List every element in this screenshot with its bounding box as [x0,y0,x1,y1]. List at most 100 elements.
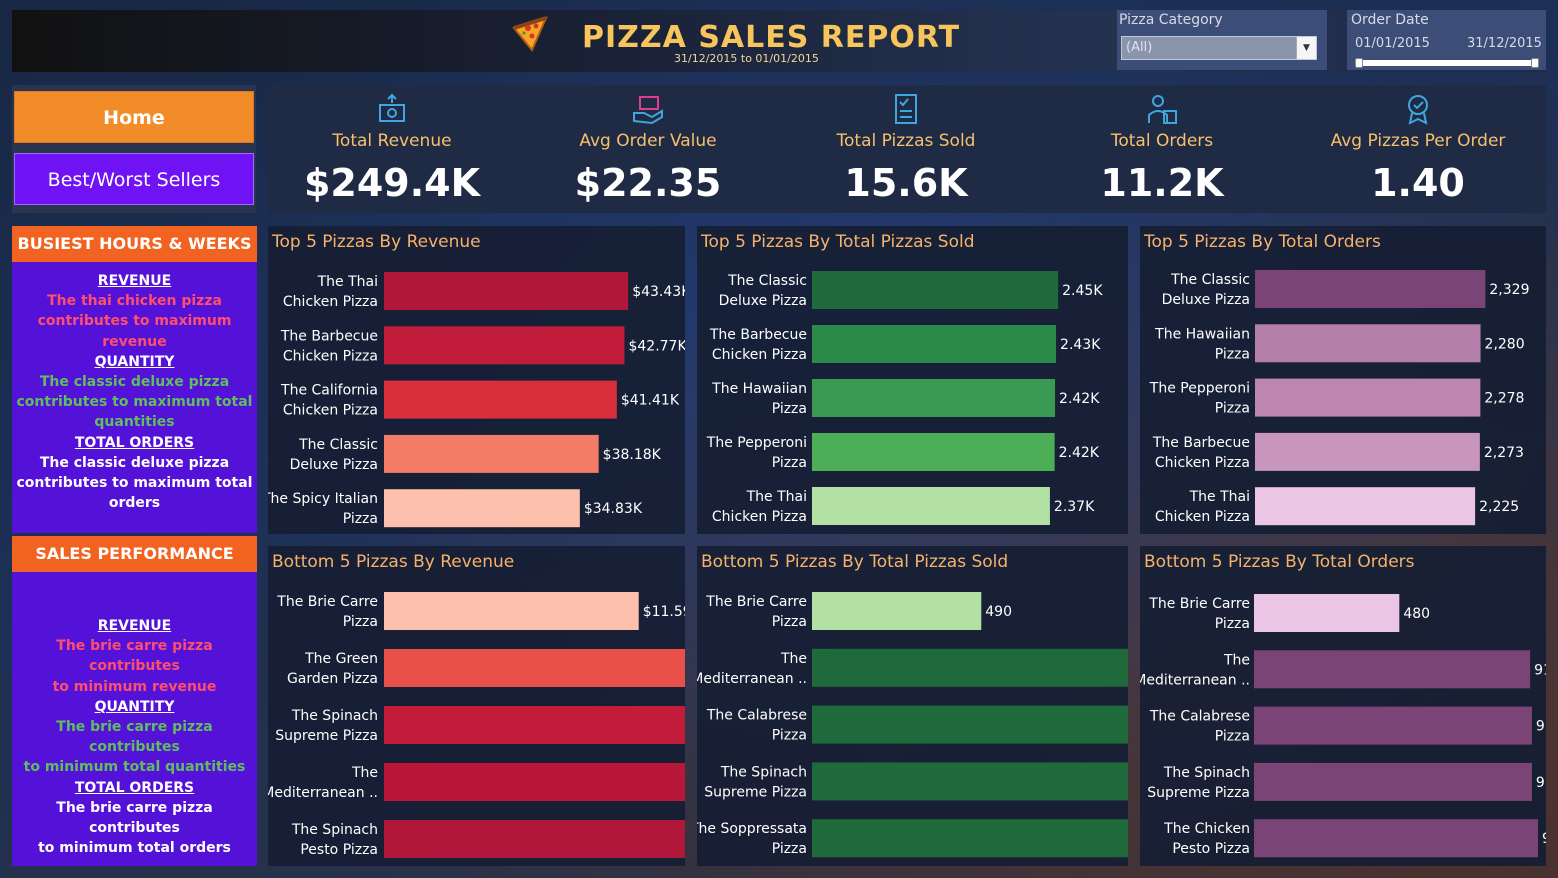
order-date-label: Order Date [1351,12,1429,28]
bar[interactable] [812,271,1059,309]
date-slider-start-handle[interactable] [1355,58,1363,68]
bar[interactable] [384,592,639,630]
chart-svg: $43.43K The Thai Chicken Pizza $42.77K The B… [268,272,685,528]
busiest-quantity-line: contributes to maximum total [16,394,253,411]
pizza-category-select[interactable]: (All) ▼ [1121,36,1317,60]
category-label: The Spicy Italian [268,491,378,507]
bar[interactable] [812,762,1128,801]
bar[interactable] [1254,706,1532,745]
data-label: 2.42K [1059,391,1100,407]
date-range-subtitle: 31/12/2015 to 01/01/2015 [674,52,819,65]
money-icon [379,93,405,122]
busiest-text: REVENUE The thai chicken pizza contribut… [12,271,257,513]
bar[interactable] [812,325,1057,363]
category-label: The Thai [746,489,807,505]
bar[interactable] [1255,432,1480,471]
chevron-down-icon[interactable]: ▼ [1296,37,1316,59]
bar[interactable] [384,380,617,419]
category-label: Mediterranean .. [1140,672,1250,688]
performance-revenue-line: to minimum revenue [52,678,217,695]
date-slider-end-handle[interactable] [1531,58,1539,68]
bar[interactable] [1254,650,1531,689]
chart-svg: 2,329 The Classic Deluxe Pizza 2,280 The Haw… [1149,270,1529,526]
bar[interactable] [812,705,1128,744]
category-label: The Thai [317,274,378,290]
busiest-orders-line: contributes to maximum total [16,475,253,492]
category-label: Deluxe Pizza [719,293,807,309]
data-label: $11.59K [643,604,685,620]
title-block: PIZZA SALES REPORT 31/12/2015 to 01/01/2… [510,14,959,70]
data-label: $42.77K [628,338,685,354]
bar[interactable] [384,820,685,858]
category-label: Supreme Pizza [1147,785,1250,801]
busiest-quantity-head: QUANTITY [94,353,175,370]
pizza-category-label: Pizza Category [1119,12,1223,28]
bar[interactable] [812,648,1128,687]
category-label: The Brie Carre [705,594,807,610]
kpi-label: Total Revenue [332,131,452,151]
bar[interactable] [384,489,580,528]
kpi-total-revenue: Total Revenue $249.4K [272,85,512,213]
home-button[interactable]: Home [14,91,254,143]
bar[interactable] [384,326,625,365]
performance-quantity-line: The brie carre pizza contributes [56,719,213,756]
chart-bottom-orders: Bottom 5 Pizzas By Total Orders 480 The B… [1140,546,1546,866]
category-label: Pesto Pizza [1172,841,1250,857]
bar[interactable] [812,819,1128,858]
data-label: 2,329 [1489,282,1529,298]
bar[interactable] [812,592,982,630]
bar[interactable] [384,434,599,473]
data-label: $38.18K [603,447,662,463]
best-worst-sellers-button[interactable]: Best/Worst Sellers [14,153,254,205]
data-label: 2,273 [1484,445,1524,461]
chart-top-orders: Top 5 Pizzas By Total Orders 2,329 The Cl… [1140,226,1546,534]
bar[interactable] [812,487,1050,525]
bar[interactable] [1255,487,1476,526]
bar[interactable] [384,272,629,310]
bar[interactable] [1254,594,1400,632]
data-label: 490 [985,604,1012,620]
category-label: The Green [304,651,378,667]
bar[interactable] [384,706,685,744]
category-label: Supreme Pizza [275,728,378,744]
category-label: Chicken Pizza [1155,509,1250,525]
kpi-value: 1.40 [1371,161,1465,205]
busiest-revenue-line: The thai chicken pizza [47,293,222,310]
data-label: 912 [1534,662,1546,678]
bar[interactable] [1254,819,1538,858]
kpi-value: 11.2K [1100,161,1224,205]
performance-quantity-line: to minimum total quantities [23,759,246,776]
performance-orders-line: The brie carre pizza contributes [56,799,213,837]
kpi-label: Total Orders [1110,131,1214,151]
category-label: The Hawaiian [1154,326,1250,342]
bar[interactable] [384,763,685,801]
category-label: The Barbecue [709,327,807,343]
kpi-value: $249.4K [303,161,481,205]
bar[interactable] [812,433,1055,471]
performance-revenue-head: REVENUE [97,618,172,634]
bar[interactable] [1254,762,1532,801]
category-label: Chicken Pizza [1155,455,1250,471]
category-label: Pizza [1215,729,1250,745]
category-label: Pizza [1215,616,1250,632]
bar[interactable] [812,379,1056,417]
category-label: The Pepperoni [1149,381,1250,397]
category-label: Deluxe Pizza [1162,292,1250,308]
performance-revenue-line: The brie carre pizza contributes [56,638,213,675]
performance-text: REVENUE The brie carre pizza contributes… [12,616,257,858]
bar[interactable] [1255,270,1486,308]
kpi-value: 15.6K [844,161,968,205]
chart-bottom-pizzas-sold: Bottom 5 Pizzas By Total Pizzas Sold 490… [697,546,1128,866]
kpi-label: Avg Order Value [579,131,717,151]
bar[interactable] [384,649,685,687]
category-label: The Calabrese [1149,709,1250,725]
page-title: PIZZA SALES REPORT [582,20,961,55]
bar[interactable] [1255,324,1481,363]
category-label: Pizza [772,614,807,630]
date-slider-track[interactable] [1355,60,1535,66]
category-label: Chicken Pizza [283,348,378,364]
chart-bottom-revenue: Bottom 5 Pizzas By Revenue $11.59KThe Br… [268,546,685,866]
data-label: $41.41K [621,393,680,409]
bar[interactable] [1255,378,1481,417]
busiest-heading: BUSIEST HOURS & WEEKS [12,226,257,262]
